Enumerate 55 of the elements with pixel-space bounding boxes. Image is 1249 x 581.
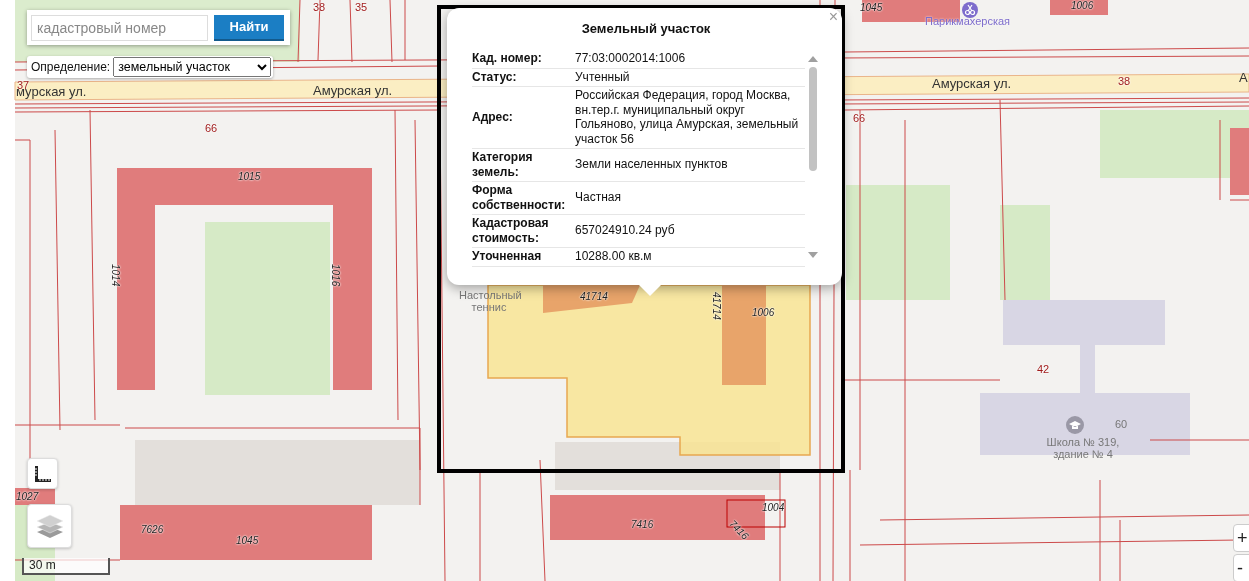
field-value: Земли населенных пунктов [575,157,729,172]
field-value: 10288.00 кв.м [575,249,653,264]
zoom-button[interactable]: + [1233,524,1249,552]
ruler-icon [33,464,52,483]
layers-icon [35,513,64,539]
field-label: Кадастровая стоимость: [472,216,550,245]
parcel-number: 7626 [141,524,164,535]
parcel-number: 1006 [1071,0,1094,11]
house-number: 35 [355,1,368,14]
scissors-icon [962,2,978,18]
layers-button[interactable] [27,504,72,548]
field-label: Статус: [472,69,518,84]
house-number: 66 [205,122,218,135]
measure-button[interactable] [27,458,58,489]
scroll-up-icon[interactable] [808,56,818,62]
popup-title: Земельный участок [580,21,712,36]
field-value: Российская Федерация, город Москва, вн.тер.г. муниципальный округ Гольяново, улица Амурская, земельный участок 56 [575,88,800,146]
parcel-number: 1006 [752,307,775,318]
house-number: 66 [853,112,866,125]
scale-bar: 30 m [22,558,110,575]
house-number: 42 [1037,363,1050,376]
field-label: Форма собственности: [472,183,567,212]
field-label: Кад. номер: [472,51,543,66]
scroll-down-icon[interactable] [808,252,818,258]
parcel-number: 41714 [711,292,722,320]
parcel-number: 1045 [236,535,259,546]
place-name: Парикмахерская [925,15,1011,28]
zoom-button[interactable]: - [1233,554,1249,581]
house-number: 38 [313,1,326,14]
street-name: А [1239,71,1248,86]
parcel-number: 1014 [110,264,121,287]
street-name: Амурская ул. [313,84,393,99]
field-value: 657024910.24 руб [575,223,676,238]
definition-select[interactable]: земельный участок [113,57,272,77]
definition-label: Определение: [31,60,111,74]
street-name: Амурская ул. [932,77,1012,92]
building [1230,128,1249,195]
parcel-number: 1027 [16,491,39,502]
field-label: Уточненная [472,249,543,264]
field-label: Категория земель: [472,150,534,179]
parcel-number: 1015 [238,171,261,182]
field-value: Частная [575,190,622,205]
search-field[interactable]: кадастровый номер [31,14,208,41]
parcel-number: 1016 [330,264,341,287]
building [1050,0,1108,15]
parcel-number: 7416 [631,519,654,530]
find-button[interactable]: Найти [214,14,284,41]
house-number: 38 [1118,75,1131,88]
place-name: 60 [1115,418,1128,431]
field-value: Учтенный [575,69,631,84]
graduation-cap-icon [1066,416,1084,434]
place-name: Школа № 319, здание № 4 [1045,436,1121,461]
field-value: 77:03:0002014:1006 [575,51,687,66]
parcel-number: 41714 [580,291,608,302]
field-label: Адрес: [472,109,514,125]
